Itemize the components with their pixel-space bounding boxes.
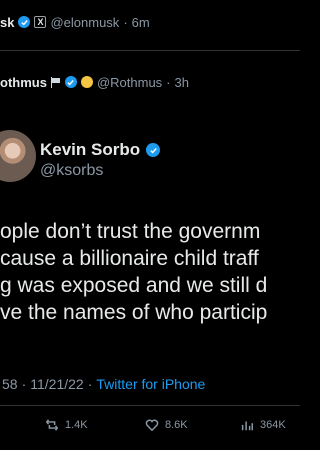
avatar[interactable] bbox=[0, 130, 36, 182]
tweet-actions: 1.4K 8.6K 364K bbox=[0, 412, 300, 442]
header-tweet-line: sk X @elonmusk · 6m bbox=[0, 12, 150, 32]
x-logo-icon: X bbox=[34, 16, 47, 28]
quoted-author-line: othmus @Rothmus · 3h bbox=[0, 72, 189, 92]
heart-icon bbox=[145, 419, 159, 432]
verified-badge-icon bbox=[146, 143, 161, 157]
flag-icon bbox=[50, 77, 61, 88]
verified-badge-icon bbox=[64, 76, 77, 88]
like-count: 8.6K bbox=[165, 419, 188, 431]
retweet-button[interactable]: 1.4K bbox=[45, 418, 88, 432]
quoted-author-separator: · bbox=[166, 74, 171, 90]
header-tweet-name[interactable]: sk bbox=[0, 15, 14, 30]
tweet-text: ople don’t trust the governm cause a bil… bbox=[0, 220, 268, 324]
views-button[interactable]: 364K bbox=[240, 418, 286, 432]
header-tweet-handle[interactable]: @elonmusk bbox=[50, 15, 119, 30]
quoted-author-name[interactable]: othmus bbox=[0, 75, 47, 90]
retweet-icon bbox=[45, 419, 59, 431]
header-tweet-time[interactable]: 6m bbox=[132, 15, 150, 30]
author-name[interactable]: Kevin Sorbo bbox=[40, 140, 140, 160]
retweet-count: 1.4K bbox=[65, 419, 88, 431]
tweet-date[interactable]: 11/21/22 bbox=[30, 376, 83, 392]
author-name-row: Kevin Sorbo bbox=[40, 140, 161, 160]
tweet-meta: 58 · 11/21/22 · Twitter for iPhone bbox=[2, 376, 205, 392]
verified-badge-icon bbox=[18, 16, 31, 28]
header-tweet-separator: · bbox=[123, 14, 128, 30]
views-icon bbox=[241, 421, 253, 431]
quoted-author-time[interactable]: 3h bbox=[175, 75, 189, 90]
emoji-icon bbox=[80, 76, 93, 88]
author-handle[interactable]: @ksorbs bbox=[40, 162, 103, 180]
quoted-author-handle[interactable]: @Rothmus bbox=[97, 75, 162, 90]
tweet-time[interactable]: 58 bbox=[2, 376, 18, 392]
like-button[interactable]: 8.6K bbox=[145, 418, 188, 432]
tweet-source[interactable]: Twitter for iPhone bbox=[96, 376, 205, 392]
divider bbox=[0, 405, 300, 406]
meta-separator: · bbox=[87, 376, 93, 392]
views-count: 364K bbox=[260, 419, 286, 431]
meta-separator: · bbox=[21, 376, 27, 392]
divider bbox=[0, 50, 300, 51]
